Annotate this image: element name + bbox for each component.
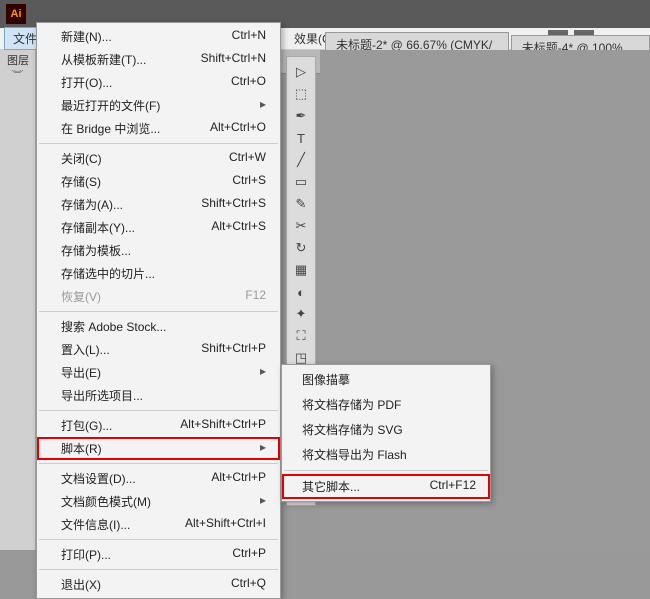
menu-item[interactable]: 文档设置(D)... Alt+Ctrl+P <box>37 467 280 490</box>
scripts-submenu: 图像描摹将文档存储为 PDF 将文档存储为 SVG 将文档导出为 Flash 其它脚本… <box>281 364 491 502</box>
menu-item[interactable]: 存储为模板... <box>37 239 280 262</box>
menu-item-label: 搜索 Adobe Stock... <box>61 318 166 335</box>
shortcut-label: Ctrl+P <box>232 546 266 563</box>
layers-panel: 👁 <box>0 50 36 550</box>
shortcut-label: Alt+Ctrl+P <box>211 470 266 487</box>
menu-item[interactable]: 文档颜色模式(M) ▸ <box>37 490 280 513</box>
line-tool-icon[interactable]: ╱ <box>289 149 313 171</box>
menu-item-label: 存储为模板... <box>61 242 131 259</box>
menu-item[interactable]: 关闭(C) Ctrl+W <box>37 147 280 170</box>
menu-item-label: 打包(G)... <box>61 417 112 434</box>
shortcut-label: Ctrl+N <box>232 28 266 45</box>
file-menu-dropdown: 新建(N)... Ctrl+N 从模板新建(T)... Shift+Ctrl+N 打开(… <box>36 22 281 599</box>
submenu-arrow-icon: ▸ <box>260 440 266 457</box>
menu-item[interactable]: 存储副本(Y)... Alt+Ctrl+S <box>37 216 280 239</box>
menu-item-label: 在 Bridge 中浏览... <box>61 120 160 137</box>
type-tool-icon[interactable]: T <box>289 127 313 149</box>
menu-item: 恢复(V) F12 <box>37 285 280 308</box>
rotate-tool-icon[interactable]: ↻ <box>289 237 313 259</box>
eyedropper-icon[interactable]: ⛶ <box>289 325 313 347</box>
menu-item[interactable]: 存储为(A)... Shift+Ctrl+S <box>37 193 280 216</box>
menu-item-label: 存储选中的切片... <box>61 265 155 282</box>
menu-item[interactable]: 导出所选项目... <box>37 384 280 407</box>
menu-item-label: 置入(L)... <box>61 341 110 358</box>
menu-item-label: 导出(E) <box>61 364 101 381</box>
menu-item-label: 关闭(C) <box>61 150 102 167</box>
submenu-item-label: 将文档导出为 Flash <box>302 446 407 463</box>
shortcut-label: Ctrl+S <box>232 173 266 190</box>
menu-item[interactable]: 打印(P)... Ctrl+P <box>37 543 280 566</box>
menu-item[interactable]: 最近打开的文件(F) ▸ <box>37 94 280 117</box>
shape-builder-icon[interactable]: ◐ <box>289 281 313 303</box>
menu-item-label: 打印(P)... <box>61 546 111 563</box>
submenu-item-label: 图像描摹 <box>302 371 350 388</box>
menu-item[interactable]: 从模板新建(T)... Shift+Ctrl+N <box>37 48 280 71</box>
menu-item-label: 打开(O)... <box>61 74 112 91</box>
menu-item-label: 新建(N)... <box>61 28 112 45</box>
shortcut-label: Ctrl+Q <box>231 576 266 593</box>
menu-item[interactable]: 打包(G)... Alt+Shift+Ctrl+P <box>37 414 280 437</box>
panel-title: 图层 <box>2 50 34 70</box>
selection-tool-icon[interactable]: ▷ <box>289 61 313 83</box>
scissors-icon[interactable]: ✂ <box>289 215 313 237</box>
menu-item[interactable]: 搜索 Adobe Stock... <box>37 315 280 338</box>
menu-item[interactable]: 文件信息(I)... Alt+Shift+Ctrl+I <box>37 513 280 536</box>
shortcut-label: Ctrl+O <box>231 74 266 91</box>
menu-item-label: 恢复(V) <box>61 288 101 305</box>
shortcut-label: Alt+Ctrl+S <box>211 219 266 236</box>
submenu-arrow-icon: ▸ <box>260 97 266 114</box>
menu-item-label: 文件信息(I)... <box>61 516 130 533</box>
menu-item-label: 存储(S) <box>61 173 101 190</box>
shortcut-label: Alt+Ctrl+O <box>210 120 266 137</box>
app-logo: Ai <box>6 4 26 24</box>
menu-item-label: 最近打开的文件(F) <box>61 97 160 114</box>
gradient-tool-icon[interactable]: ✦ <box>289 303 313 325</box>
shortcut-label: Alt+Shift+Ctrl+P <box>180 417 266 434</box>
submenu-item-label: 其它脚本... <box>302 478 360 495</box>
menu-item[interactable]: 置入(L)... Shift+Ctrl+P <box>37 338 280 361</box>
menu-item[interactable]: 在 Bridge 中浏览... Alt+Ctrl+O <box>37 117 280 140</box>
submenu-arrow-icon: ▸ <box>260 364 266 381</box>
direct-select-icon[interactable]: ⬚ <box>289 83 313 105</box>
menu-item-label: 文档设置(D)... <box>61 470 136 487</box>
shortcut-label: Shift+Ctrl+N <box>201 51 266 68</box>
submenu-arrow-icon: ▸ <box>260 493 266 510</box>
shortcut-label: Ctrl+F12 <box>430 478 476 495</box>
menu-item[interactable]: 新建(N)... Ctrl+N <box>37 25 280 48</box>
scale-tool-icon[interactable]: ▦ <box>289 259 313 281</box>
menu-item-label: 从模板新建(T)... <box>61 51 146 68</box>
menu-item[interactable]: 导出(E) ▸ <box>37 361 280 384</box>
pen-tool-icon[interactable]: ✒ <box>289 105 313 127</box>
menu-item[interactable]: 存储(S) Ctrl+S <box>37 170 280 193</box>
shortcut-label: Shift+Ctrl+S <box>201 196 266 213</box>
menu-item[interactable]: 退出(X) Ctrl+Q <box>37 573 280 596</box>
menu-item-label: 退出(X) <box>61 576 101 593</box>
brush-tool-icon[interactable]: ✎ <box>289 193 313 215</box>
rect-tool-icon[interactable]: ▭ <box>289 171 313 193</box>
submenu-item[interactable]: 将文档存储为 PDF <box>282 392 490 417</box>
menu-item-label: 脚本(R) <box>61 440 102 457</box>
shortcut-label: Shift+Ctrl+P <box>201 341 266 358</box>
menu-item[interactable]: 脚本(R) ▸ <box>37 437 280 460</box>
menu-item-label: 文档颜色模式(M) <box>61 493 151 510</box>
shortcut-label: F12 <box>245 288 266 305</box>
menu-item[interactable]: 存储选中的切片... <box>37 262 280 285</box>
submenu-item[interactable]: 图像描摹 <box>282 367 490 392</box>
submenu-item[interactable]: 将文档导出为 Flash <box>282 442 490 467</box>
menu-item-label: 存储副本(Y)... <box>61 219 135 236</box>
menu-item-label: 存储为(A)... <box>61 196 123 213</box>
submenu-item[interactable]: 其它脚本... Ctrl+F12 <box>282 474 490 499</box>
menu-item-label: 导出所选项目... <box>61 387 143 404</box>
submenu-item[interactable]: 将文档存储为 SVG <box>282 417 490 442</box>
shortcut-label: Ctrl+W <box>229 150 266 167</box>
submenu-item-label: 将文档存储为 SVG <box>302 421 403 438</box>
submenu-item-label: 将文档存储为 PDF <box>302 396 401 413</box>
shortcut-label: Alt+Shift+Ctrl+I <box>185 516 266 533</box>
menu-item[interactable]: 打开(O)... Ctrl+O <box>37 71 280 94</box>
